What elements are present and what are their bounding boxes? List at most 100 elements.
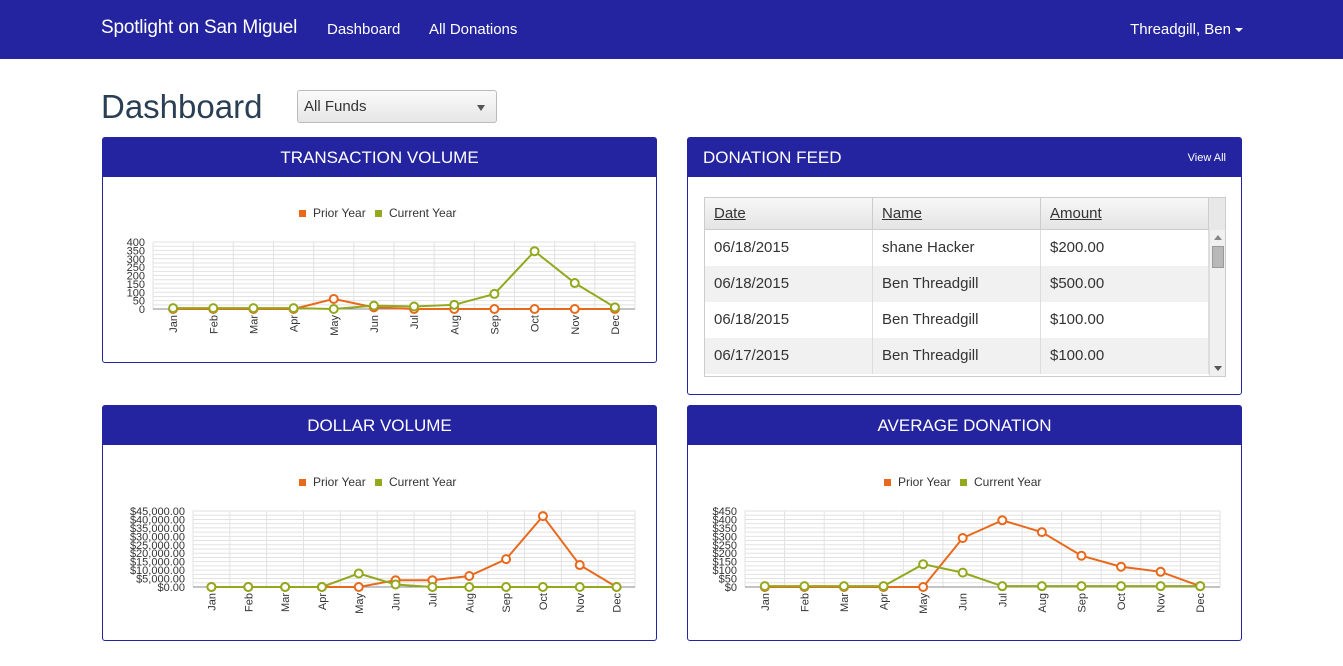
y-tick-label: 400 bbox=[127, 237, 145, 249]
data-point bbox=[1155, 566, 1166, 577]
data-point bbox=[1195, 581, 1206, 592]
legend-label: Current Year bbox=[389, 206, 456, 220]
data-point bbox=[574, 560, 585, 571]
cell-name: Ben Threadgill bbox=[873, 266, 1041, 302]
column-header-amount[interactable]: Amount bbox=[1041, 198, 1209, 230]
x-tick-label: May bbox=[918, 593, 930, 614]
data-point bbox=[537, 582, 548, 592]
x-tick-label: Feb bbox=[243, 593, 255, 612]
cell-name: Ben Threadgill bbox=[873, 302, 1041, 338]
x-tick-label: Nov bbox=[570, 315, 582, 335]
data-point bbox=[1116, 581, 1127, 592]
table-row[interactable]: 06/18/2015 Ben Threadgill $100.00 bbox=[705, 302, 1209, 338]
scroll-down-icon[interactable] bbox=[1214, 366, 1222, 371]
column-header-date[interactable]: Date bbox=[705, 198, 873, 230]
table-row[interactable]: 06/18/2015 Ben Threadgill $500.00 bbox=[705, 266, 1209, 302]
data-point bbox=[390, 579, 401, 590]
data-point bbox=[501, 554, 512, 565]
x-tick-label: Jul bbox=[997, 593, 1009, 607]
average-donation-chart: Prior Year Current Year$0$50$100$150$200$… bbox=[713, 475, 1221, 614]
x-tick-label: Aug bbox=[1037, 593, 1049, 613]
panel-title: DONATION FEED bbox=[688, 138, 1241, 177]
view-all-link[interactable]: View All bbox=[1188, 152, 1226, 164]
data-point bbox=[464, 582, 475, 592]
data-point bbox=[168, 303, 179, 314]
cell-amount: $100.00 bbox=[1041, 302, 1209, 338]
data-point bbox=[609, 302, 620, 313]
x-tick-label: Oct bbox=[538, 593, 550, 610]
data-point bbox=[574, 582, 585, 592]
column-header-name[interactable]: Name bbox=[873, 198, 1041, 230]
data-point bbox=[427, 582, 438, 592]
dollar-volume-panel: DOLLAR VOLUME Prior Year Current Year $0.0… bbox=[102, 405, 657, 641]
x-tick-label: Mar bbox=[839, 593, 851, 612]
data-point bbox=[464, 571, 475, 582]
legend-swatch bbox=[375, 210, 382, 217]
data-point bbox=[1076, 581, 1087, 592]
data-point bbox=[208, 303, 219, 314]
x-tick-label: Sep bbox=[489, 315, 501, 335]
cell-amount: $500.00 bbox=[1041, 266, 1209, 302]
x-tick-label: May bbox=[354, 593, 366, 614]
data-point bbox=[1155, 581, 1166, 592]
donation-feed-grid: Date Name Amount 06/18/2015 shane Hacker… bbox=[704, 197, 1226, 377]
table-row[interactable]: 06/17/2015 Ben Threadgill $100.00 bbox=[705, 338, 1209, 374]
donation-feed-panel: DONATION FEED View All Date Name Amount … bbox=[687, 137, 1242, 395]
average-donation-panel: AVERAGE DONATION Prior Year Current Year $… bbox=[687, 405, 1242, 641]
x-tick-label: Dec bbox=[610, 315, 622, 335]
data-point bbox=[1036, 581, 1047, 592]
brand-logo[interactable]: Spotlight on San Miguel bbox=[101, 17, 297, 39]
scroll-up-icon[interactable] bbox=[1214, 235, 1222, 240]
data-point bbox=[288, 303, 299, 314]
data-point bbox=[799, 581, 810, 592]
legend-label: Current Year bbox=[389, 475, 456, 489]
cell-date: 06/18/2015 bbox=[705, 230, 873, 266]
x-tick-label: Dec bbox=[1195, 593, 1207, 613]
cell-name: shane Hacker bbox=[873, 230, 1041, 266]
feed-scrollbar[interactable] bbox=[1209, 230, 1225, 376]
y-tick-label: $450 bbox=[713, 506, 737, 518]
data-point bbox=[248, 303, 259, 314]
fund-select-value: All Funds bbox=[304, 98, 367, 115]
legend-label: Prior Year bbox=[313, 206, 366, 220]
legend-label: Current Year bbox=[974, 475, 1041, 489]
feed-header: Date Name Amount bbox=[705, 198, 1209, 230]
data-point bbox=[957, 567, 968, 578]
x-tick-label: Jun bbox=[391, 593, 403, 611]
fund-select[interactable]: All Funds bbox=[297, 90, 497, 123]
data-point bbox=[353, 568, 364, 579]
cell-name: Ben Threadgill bbox=[873, 338, 1041, 374]
x-tick-label: Apr bbox=[317, 593, 329, 610]
dropdown-arrow-icon bbox=[477, 105, 485, 111]
x-tick-label: Apr bbox=[289, 315, 301, 332]
data-point bbox=[449, 299, 460, 310]
x-tick-label: Feb bbox=[208, 315, 220, 334]
data-point bbox=[368, 300, 379, 311]
table-row[interactable]: 06/18/2015 shane Hacker $200.00 bbox=[705, 230, 1209, 266]
top-navbar: Spotlight on San Miguel Dashboard All Do… bbox=[0, 0, 1343, 59]
legend-swatch bbox=[884, 479, 891, 486]
data-point bbox=[353, 582, 364, 592]
x-tick-label: Jan bbox=[168, 315, 180, 333]
transaction-volume-chart: Prior Year Current Year050100150200250300… bbox=[127, 206, 636, 336]
transaction-volume-panel: TRANSACTION VOLUME Prior Year Current Yea… bbox=[102, 137, 657, 363]
nav-dashboard-link[interactable]: Dashboard bbox=[327, 21, 400, 38]
data-point bbox=[409, 301, 420, 312]
cell-amount: $100.00 bbox=[1041, 338, 1209, 374]
legend-label: Prior Year bbox=[898, 475, 951, 489]
data-point bbox=[243, 582, 254, 592]
data-point bbox=[328, 304, 339, 314]
x-tick-label: Jul bbox=[409, 315, 421, 329]
x-tick-label: Feb bbox=[799, 593, 811, 612]
dollar-volume-chart: Prior Year Current Year$0.00$5,000.00$10,… bbox=[130, 475, 636, 614]
nav-all-donations-link[interactable]: All Donations bbox=[429, 21, 517, 38]
x-tick-label: Jan bbox=[760, 593, 772, 611]
y-tick-label: $45,000.00 bbox=[130, 506, 185, 518]
x-tick-label: Sep bbox=[1076, 593, 1088, 613]
cell-date: 06/17/2015 bbox=[705, 338, 873, 374]
user-menu[interactable]: Threadgill, Ben bbox=[1130, 21, 1243, 38]
data-point bbox=[918, 559, 929, 570]
x-tick-label: Mar bbox=[248, 315, 260, 334]
data-point bbox=[918, 582, 929, 592]
scrollbar-thumb[interactable] bbox=[1212, 246, 1224, 268]
